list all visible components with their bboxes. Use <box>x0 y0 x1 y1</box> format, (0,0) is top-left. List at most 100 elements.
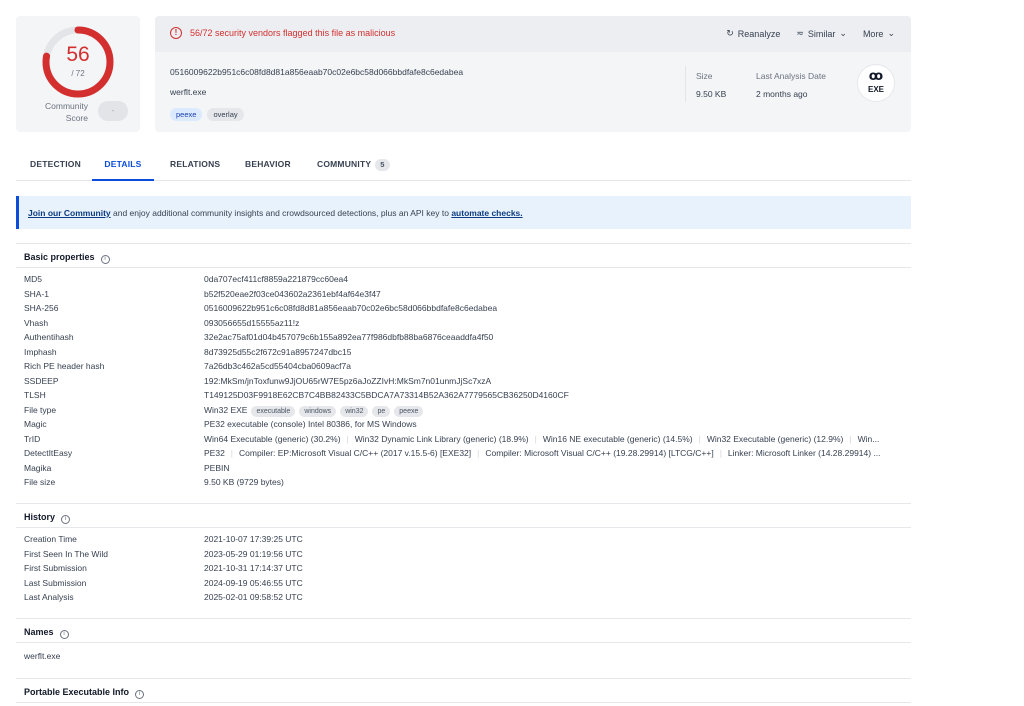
property-row-magika: Magika PEBIN <box>24 463 904 477</box>
detection-total: / 72 <box>71 69 85 78</box>
property-value[interactable]: 0da707ecf411cf8859a221879cc60ea4 <box>204 274 348 284</box>
tab-community[interactable]: COMMUNITY 5 <box>317 148 390 181</box>
info-icon[interactable]: i <box>135 690 145 699</box>
file-type-tag[interactable]: peexe <box>394 405 424 417</box>
file-type-tag[interactable]: pe <box>372 405 391 417</box>
value-text: 2021-10-31 17:14:37 UTC <box>204 563 303 573</box>
property-row-trid: TrID Win64 Executable (generic) (30.2%) | W… <box>24 434 904 448</box>
size-value: 9.50 KB <box>696 89 727 99</box>
property-value[interactable]: 7a26db3c462a5cd55404cba0609acf7a <box>204 361 351 371</box>
reanalyze-button[interactable]: ↻ Reanalyze <box>726 28 780 39</box>
automate-checks-link[interactable]: automate checks. <box>451 208 522 218</box>
summary-actions: ↻ Reanalyze ≂ Similar ⌄ More ⌄ <box>726 28 895 39</box>
property-label: First Seen In The Wild <box>24 548 108 559</box>
value-text: Win32 EXE <box>204 404 248 415</box>
tab-detection[interactable]: DETECTION <box>30 148 81 181</box>
property-row-sha-256: SHA-256 0516009622b951c6c08fd8d81a856eaab… <box>24 303 904 317</box>
basic-properties-header[interactable]: Basic properties i <box>16 243 911 268</box>
info-icon[interactable]: i <box>100 255 110 264</box>
property-value[interactable]: PE32 executable (console) Intel 80386, f… <box>204 419 417 429</box>
value-text: 32e2ac75af01d04b457079c6b155a892ea77f986… <box>204 332 494 342</box>
value-separator: | <box>849 433 852 444</box>
property-row-authentihash: Authentihash 32e2ac75af01d04b457079c6b155… <box>24 332 904 346</box>
section-title: Portable Executable Info <box>24 687 130 697</box>
file-tags: peexe overlay <box>170 108 244 121</box>
tab-details[interactable]: DETAILS <box>92 148 154 181</box>
value-text: b52f520eae2f03ce043602a2361ebf4af64e3f47 <box>204 288 381 299</box>
property-value[interactable]: 8d73925d55c2f672c91a8957247dbc15 <box>204 347 351 357</box>
value-part: PE32 <box>204 448 225 458</box>
tag-peexe[interactable]: peexe <box>170 108 203 121</box>
banner-text: Join our Community and enjoy additional … <box>28 208 523 218</box>
names-header[interactable]: Names i <box>16 618 911 643</box>
join-community-link[interactable]: Join our Community <box>28 208 111 218</box>
property-value[interactable]: PEBIN <box>204 463 230 473</box>
report-tabs: DETECTION DETAILS RELATIONS BEHAVIOR COM… <box>16 148 911 181</box>
property-value[interactable]: 2025-02-01 09:58:52 UTC <box>204 592 303 602</box>
property-value[interactable]: 2024-09-19 05:46:55 UTC <box>204 578 303 588</box>
property-value[interactable]: 32e2ac75af01d04b457079c6b155a892ea77f986… <box>204 332 493 342</box>
value-text: T149125D03F9918E62CB7C4BB82433C5BDCA7A73… <box>204 390 569 400</box>
history-header[interactable]: History i <box>16 503 911 528</box>
value-text: 192:MkSm/jnToxfunw9JjOU65rW7E5pz6aJoZZIv… <box>204 375 492 386</box>
file-type-tag[interactable]: win32 <box>340 405 369 417</box>
last-analysis-value: 2 months ago <box>756 89 808 99</box>
tab-behavior[interactable]: BEHAVIOR <box>245 148 291 181</box>
similar-button[interactable]: ≂ Similar ⌄ <box>796 28 847 39</box>
info-icon[interactable]: i <box>61 515 71 524</box>
property-value[interactable]: 0516009622b951c6c08fd8d81a856eaab70c02e6… <box>204 303 497 313</box>
last-analysis-block: Last Analysis Date 2 months ago <box>756 71 826 99</box>
size-label: Size <box>696 71 713 81</box>
property-value[interactable]: Win64 Executable (generic) (30.2%) | Win32… <box>204 434 879 444</box>
file-type-tag[interactable]: executable <box>251 405 296 417</box>
property-label: Rich PE header hash <box>24 361 105 371</box>
property-label: File type <box>24 404 57 415</box>
property-label: Vhash <box>24 317 49 328</box>
property-value[interactable]: Win32 EXE executable windows win32 pe peexe <box>204 404 424 417</box>
tab-relations[interactable]: RELATIONS <box>170 148 220 181</box>
tag-overlay[interactable]: overlay <box>207 108 244 121</box>
value-part: Win64 Executable (generic) (30.2%) <box>204 433 341 444</box>
property-value[interactable]: 192:MkSm/jnToxfunw9JjOU65rW7E5pz6aJoZZIv… <box>204 376 491 386</box>
property-row-rich-pe-header-hash: Rich PE header hash 7a26db3c462a5cd55404c… <box>24 361 904 375</box>
property-value[interactable]: 093056655d15555az11!z <box>204 318 299 328</box>
community-count-badge: 5 <box>375 159 390 171</box>
file-type-tag[interactable]: windows <box>299 405 337 417</box>
pe-info-header[interactable]: Portable Executable Info i <box>16 678 911 703</box>
name-value: werflt.exe <box>24 651 61 661</box>
value-text: 0516009622b951c6c08fd8d81a856eaab70c02e6… <box>204 303 498 313</box>
value-separator: | <box>698 433 701 444</box>
property-row-last-submission: Last Submission 2024-09-19 05:46:55 UTC <box>24 578 904 592</box>
value-text: 0da707ecf411cf8859a221879cc60ea4 <box>204 274 349 284</box>
detection-score-card: 56 / 72 Community Score - <box>16 16 140 132</box>
property-label: Imphash <box>24 346 57 357</box>
bug-icon: ꝏ <box>868 68 884 83</box>
similar-icon: ≂ <box>796 28 804 38</box>
banner-middle-text: and enjoy additional community insights … <box>110 208 452 218</box>
value-separator: | <box>534 433 537 444</box>
property-value[interactable]: T149125D03F9918E62CB7C4BB82433C5BDCA7A73… <box>204 390 569 400</box>
property-value[interactable]: 2021-10-31 17:14:37 UTC <box>204 563 303 573</box>
chevron-down-icon: ⌄ <box>887 28 895 38</box>
property-label: Magika <box>24 462 52 473</box>
last-analysis-label: Last Analysis Date <box>756 71 826 81</box>
section-title: Names <box>24 627 54 637</box>
property-value[interactable]: 9.50 KB (9729 bytes) <box>204 477 284 487</box>
property-label: Magic <box>24 419 47 429</box>
community-score-vote[interactable]: - <box>98 101 128 121</box>
property-row-ssdeep: SSDEEP 192:MkSm/jnToxfunw9JjOU65rW7E5pz6a… <box>24 376 904 390</box>
community-score-label: Community Score <box>45 101 88 123</box>
file-hash[interactable]: 0516009622b951c6c08fd8d81a856eaab70c02e6… <box>170 67 463 77</box>
property-label: SHA-1 <box>24 288 50 299</box>
property-value[interactable]: 2021-10-07 17:39:25 UTC <box>204 534 303 544</box>
similar-label: Similar <box>807 28 836 39</box>
refresh-icon: ↻ <box>726 28 734 38</box>
property-value[interactable]: 2023-05-29 01:19:56 UTC <box>204 549 303 559</box>
property-label: Last Submission <box>24 577 87 588</box>
property-value[interactable]: PE32 | Compiler: EP:Microsoft Visual C/C++… <box>204 448 881 458</box>
property-value[interactable]: b52f520eae2f03ce043602a2361ebf4af64e3f47 <box>204 289 381 299</box>
info-icon[interactable]: i <box>59 630 69 639</box>
property-row-detectiteasy: DetectItEasy PE32 | Compiler: EP:Microsoft … <box>24 448 904 462</box>
value-text: 2021-10-07 17:39:25 UTC <box>204 534 303 544</box>
more-button[interactable]: More ⌄ <box>863 28 895 39</box>
